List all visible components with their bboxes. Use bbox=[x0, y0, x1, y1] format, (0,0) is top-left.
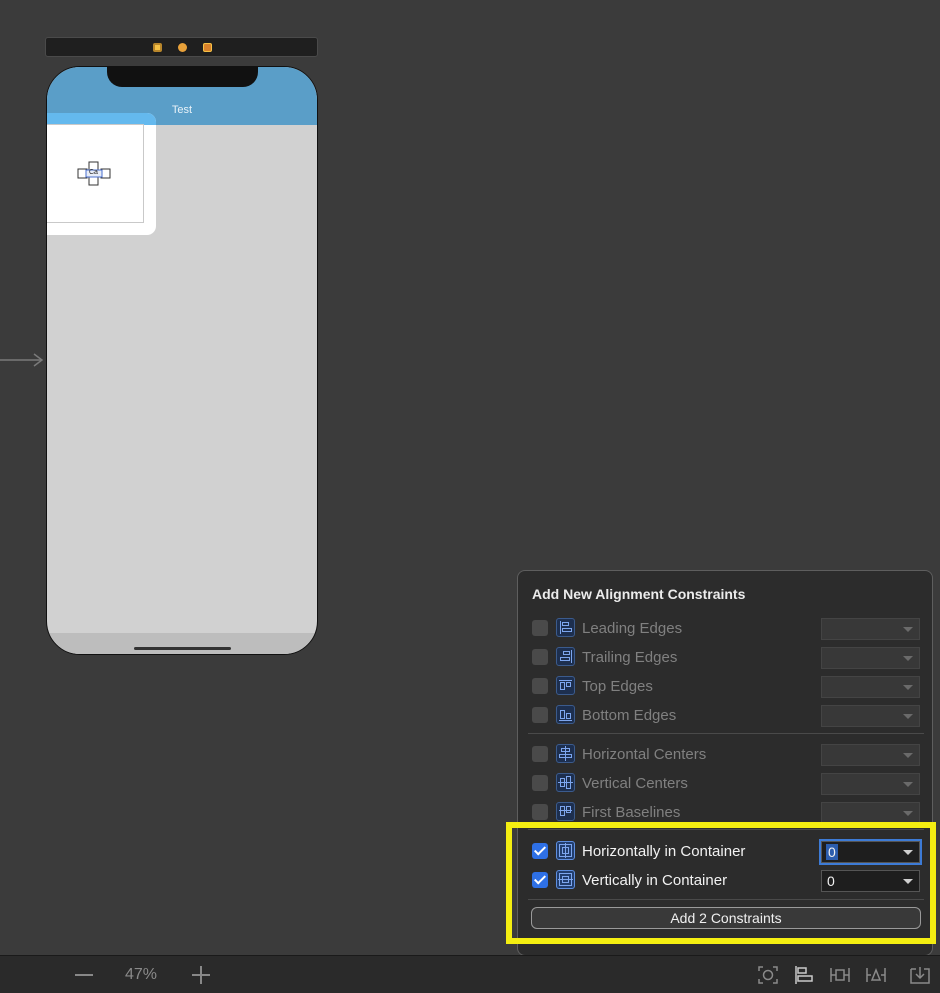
top-edges-icon bbox=[556, 676, 575, 695]
chevron-down-icon bbox=[903, 811, 913, 816]
trailing-edges-checkbox[interactable] bbox=[532, 649, 548, 665]
vertical-centers-dropdown[interactable] bbox=[821, 773, 920, 795]
horizontal-centers-label: Horizontal Centers bbox=[582, 746, 707, 763]
top-edges-label: Top Edges bbox=[582, 678, 653, 695]
vertical-centers-icon bbox=[556, 773, 575, 792]
trailing-edges-label: Trailing Edges bbox=[582, 649, 678, 666]
first-baselines-icon bbox=[556, 802, 575, 821]
constraint-row-horizontal-centers: Horizontal Centers bbox=[518, 742, 932, 766]
view-controller-icon[interactable] bbox=[153, 43, 162, 52]
leading-edges-checkbox[interactable] bbox=[532, 620, 548, 636]
home-indicator bbox=[134, 647, 231, 650]
scene-dock bbox=[45, 37, 318, 57]
bottom-edges-dropdown[interactable] bbox=[821, 705, 920, 727]
first-baselines-checkbox[interactable] bbox=[532, 804, 548, 820]
popover-title: Add New Alignment Constraints bbox=[532, 586, 746, 602]
chevron-down-icon bbox=[903, 714, 913, 719]
horizontal-centers-checkbox[interactable] bbox=[532, 746, 548, 762]
first-baselines-dropdown[interactable] bbox=[821, 802, 920, 824]
exit-icon[interactable] bbox=[203, 43, 212, 52]
top-edges-dropdown[interactable] bbox=[821, 676, 920, 698]
canvas-bottom-bar: 47% bbox=[0, 955, 940, 993]
resolve-auto-layout-issues-icon[interactable] bbox=[865, 965, 887, 985]
align-icon[interactable] bbox=[793, 965, 815, 985]
chevron-down-icon bbox=[903, 753, 913, 758]
update-frames-icon[interactable] bbox=[757, 965, 779, 985]
iphone-scene[interactable]: Test Ca bbox=[46, 66, 318, 655]
home-area bbox=[47, 633, 317, 654]
cell-label: Ca bbox=[89, 169, 98, 176]
vertical-centers-checkbox[interactable] bbox=[532, 775, 548, 791]
top-edges-checkbox[interactable] bbox=[532, 678, 548, 694]
highlight-annotation bbox=[506, 822, 936, 944]
vertical-centers-label: Vertical Centers bbox=[582, 775, 688, 792]
device-notch bbox=[107, 67, 258, 87]
constraint-row-top-edges: Top Edges bbox=[518, 674, 932, 698]
divider bbox=[528, 733, 924, 734]
first-responder-icon[interactable] bbox=[178, 43, 187, 52]
constraint-row-bottom-edges: Bottom Edges bbox=[518, 703, 932, 727]
zoom-out-button[interactable] bbox=[75, 974, 93, 976]
horizontal-centers-dropdown[interactable] bbox=[821, 744, 920, 766]
entry-point-arrow-icon bbox=[0, 353, 44, 367]
first-baselines-label: First Baselines bbox=[582, 804, 681, 821]
zoom-in-button[interactable] bbox=[192, 966, 210, 984]
chevron-down-icon bbox=[903, 685, 913, 690]
leading-edges-dropdown[interactable] bbox=[821, 618, 920, 640]
embed-in-icon[interactable] bbox=[909, 965, 931, 985]
trailing-edges-icon bbox=[556, 647, 575, 666]
bottom-edges-label: Bottom Edges bbox=[582, 707, 677, 724]
trailing-edges-dropdown[interactable] bbox=[821, 647, 920, 669]
constraint-row-vertical-centers: Vertical Centers bbox=[518, 771, 932, 795]
constraint-row-first-baselines: First Baselines bbox=[518, 800, 932, 824]
leading-edges-icon bbox=[556, 618, 575, 637]
chevron-down-icon bbox=[903, 627, 913, 632]
constraint-row-trailing-edges: Trailing Edges bbox=[518, 645, 932, 669]
bottom-edges-checkbox[interactable] bbox=[532, 707, 548, 723]
chevron-down-icon bbox=[903, 656, 913, 661]
zoom-level: 47% bbox=[125, 966, 158, 983]
horizontal-centers-icon bbox=[556, 744, 575, 763]
leading-edges-label: Leading Edges bbox=[582, 620, 683, 637]
bottom-edges-icon bbox=[556, 705, 575, 724]
add-new-constraints-icon[interactable] bbox=[829, 965, 851, 985]
chevron-down-icon bbox=[903, 782, 913, 787]
collection-view-cell[interactable]: Ca bbox=[47, 124, 144, 223]
constraint-row-leading-edges: Leading Edges bbox=[518, 616, 932, 640]
